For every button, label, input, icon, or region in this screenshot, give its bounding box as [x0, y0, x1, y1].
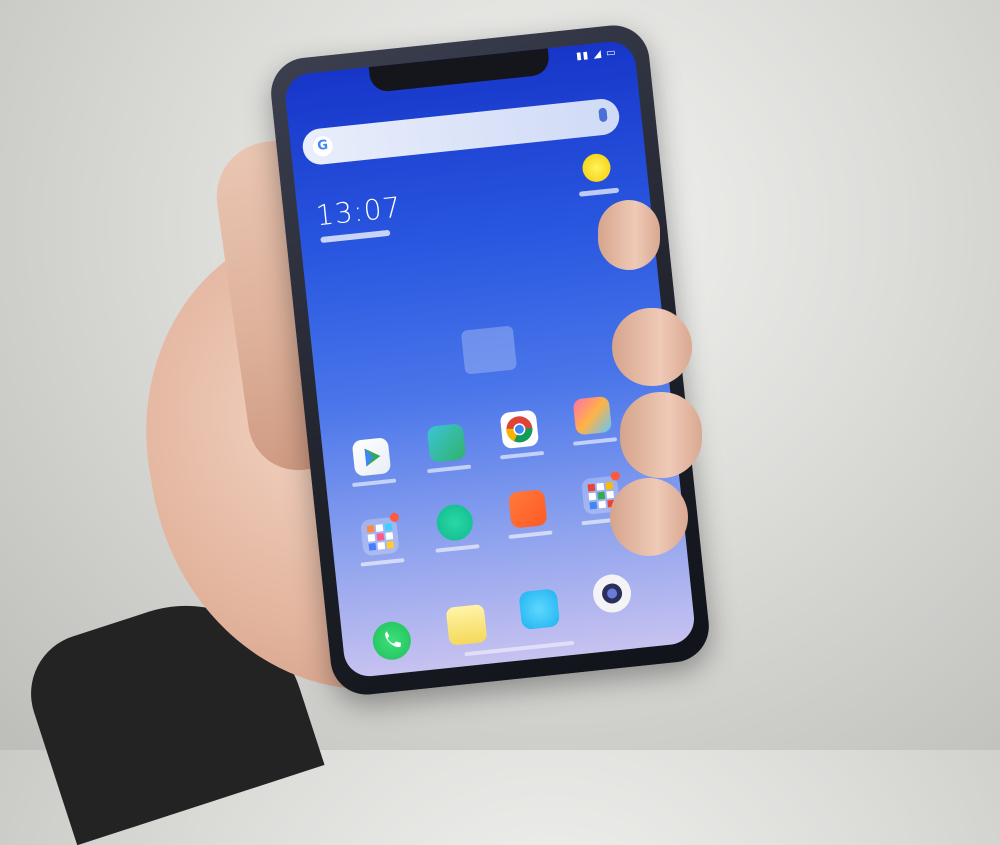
google-g-icon: G [311, 135, 334, 158]
app-icon-play-store[interactable] [351, 437, 392, 477]
nav-gesture-bar[interactable] [464, 640, 575, 657]
finger-ring [620, 392, 702, 478]
app-icon-notes[interactable] [445, 604, 488, 646]
google-search-bar[interactable]: G [300, 97, 621, 167]
app-icon-security[interactable] [435, 502, 475, 543]
status-bar: ▮▮ ◢ ▭ [575, 47, 618, 63]
app-icon-messaging[interactable] [518, 588, 561, 631]
app-icon-chrome[interactable] [499, 409, 540, 450]
app-icon-camera[interactable] [591, 572, 633, 615]
app-icon-phone[interactable] [370, 619, 413, 662]
app-icon-tools-folder[interactable] [360, 516, 400, 557]
finger-middle [612, 308, 692, 386]
wallpaper-glyph [460, 325, 518, 375]
app-label [500, 450, 545, 460]
clock-widget-time[interactable]: 13:07 [314, 191, 403, 233]
app-label [435, 544, 480, 553]
notification-badge [389, 512, 400, 523]
app-label [508, 530, 553, 540]
finger-pinky [610, 478, 688, 556]
clock-widget-date [320, 229, 391, 244]
notification-badge [610, 471, 621, 481]
finger-index [598, 200, 660, 270]
weather-widget-text [578, 187, 620, 197]
sun-icon[interactable] [581, 152, 612, 184]
app-label [360, 558, 405, 567]
photo-scene: ▮▮ ◢ ▭ G 13:07 [0, 0, 1000, 845]
app-icon-mi-store[interactable] [507, 489, 548, 529]
app-label [352, 478, 397, 488]
app-dock [361, 570, 669, 662]
app-icon-themes[interactable] [572, 395, 613, 436]
mic-icon[interactable] [598, 107, 608, 123]
app-label [573, 437, 618, 446]
app-icon-gallery[interactable] [426, 423, 467, 463]
app-label [427, 464, 472, 474]
app-grid [343, 395, 651, 567]
